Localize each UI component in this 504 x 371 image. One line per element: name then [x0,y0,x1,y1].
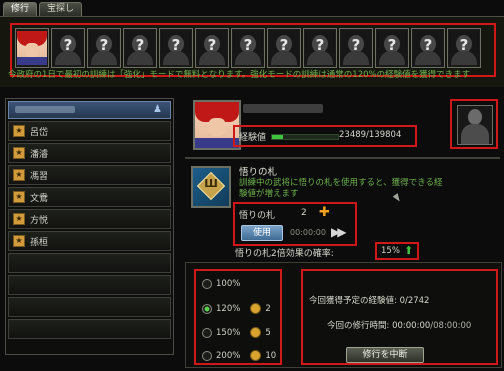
general-info: 経験値 23489/139804 [185,96,500,154]
portrait-slot-locked[interactable]: ? [159,28,193,68]
unknown-general-icon: ? [305,31,335,65]
selected-general-row[interactable]: ♟ [8,101,171,119]
portrait-slot-locked[interactable]: ? [411,28,445,68]
radio-icon[interactable] [202,327,212,338]
training-options-panel: 100% 120% 2 150% 5 200% 10 今回獲得予定の経験値: 0… [185,262,502,368]
equipment-slot[interactable] [450,99,498,149]
card-use-box: 悟りの札 2 ✚ 使用 00:00:00 ▶▶ [233,202,357,246]
star-badge-icon: ★ [13,213,25,225]
training-notice: 今政府の1日で最初の訓練は「強化」モードで無料となります。強化モードの訓練は通常… [8,70,471,80]
unknown-general-icon: ? [233,31,263,65]
card-timer: 00:00:00 [290,228,326,237]
exp-label: 経験値 [239,133,267,143]
mode-option-100[interactable]: 100% [202,279,240,289]
portrait-slot-locked[interactable]: ? [447,28,481,68]
portrait-slot-locked[interactable]: ? [87,28,121,68]
gold-coin-icon [250,350,262,361]
star-badge-icon: ★ [13,191,25,203]
star-badge-icon: ★ [13,147,25,159]
star-badge-icon: ★ [13,125,25,137]
card-title: 悟りの札 [239,167,278,178]
card-description: 訓練中の武将に悟りの札を使用すると、獲得できる経験値が増えます [239,178,443,199]
radio-selected-icon[interactable] [202,303,212,314]
unknown-general-icon: ? [341,31,371,65]
list-item-empty [8,275,171,295]
list-item-empty [8,319,171,339]
star-badge-icon: ★ [13,235,25,247]
unknown-general-icon: ? [377,31,407,65]
unknown-general-icon: ? [89,31,119,65]
portrait-slot-locked[interactable]: ? [267,28,301,68]
list-item[interactable]: ★ 文鴦 [8,187,171,207]
list-item[interactable]: ★ 潘濬 [8,143,171,163]
portrait-slot-locked[interactable]: ? [303,28,337,68]
radio-icon[interactable] [202,350,212,361]
general-list-panel: ♟ ★ 呂岱 ★ 潘濬 ★ 馮習 ★ 文鴦 ★ 方悦 ★ 孫桓 [5,98,174,355]
mode-option-120[interactable]: 120% 2 [202,303,271,314]
enlightenment-card-area: Ш 悟りの札 訓練中の武将に悟りの札を使用すると、獲得できる経験値が増えます 悟… [185,160,500,260]
card-use-label: 悟りの札 [239,211,276,221]
add-card-icon[interactable]: ✚ [319,206,330,219]
exp-bar [271,134,339,140]
fast-forward-icon[interactable]: ▶▶ [331,225,347,239]
tab-training[interactable]: 修行 [3,2,38,16]
mode-option-200[interactable]: 200% 10 [202,350,276,361]
exp-bar-fill [272,135,284,139]
blurred-name [15,106,75,113]
unknown-general-icon: ? [161,31,191,65]
portrait-slot-locked[interactable]: ? [195,28,229,68]
training-info-box: 今回獲得予定の経験値: 0/2742 今回の修行時間: 00:00:00/08:… [301,269,498,365]
list-item[interactable]: ★ 孫桓 [8,231,171,251]
enlightenment-card-icon: Ш [191,166,231,208]
unknown-general-icon: ? [449,31,479,65]
list-item-empty [8,297,171,317]
training-time-value: 00:00:00 [392,321,431,331]
list-item[interactable]: ★ 馮習 [8,165,171,185]
star-badge-icon: ★ [13,169,25,181]
gold-coin-icon [250,327,262,338]
double-rate-label: 悟りの札2倍効果の確率: [235,249,334,259]
use-card-button[interactable]: 使用 [241,225,283,241]
exp-value: 23489/139804 [339,130,402,140]
portrait-slot-locked[interactable]: ? [51,28,85,68]
radio-icon[interactable] [202,279,212,289]
expected-exp: 今回獲得予定の経験値: 0/2742 [309,296,430,306]
mode-option-150[interactable]: 150% 5 [202,327,271,338]
interrupt-training-button[interactable]: 修行を中断 [346,347,424,363]
unknown-general-icon: ? [125,31,155,65]
tab-bar: 修行 宝探し [3,2,83,16]
person-icon: ♟ [153,104,162,115]
portrait-slot-locked[interactable]: ? [375,28,409,68]
portrait-slot-unlocked[interactable] [15,28,49,68]
training-time-total: /08:00:00 [430,321,472,331]
list-item-empty [8,253,171,273]
tab-treasure-hunt[interactable]: 宝探し [39,2,83,16]
portrait-slot-locked[interactable]: ? [123,28,157,68]
portrait-slot-locked[interactable]: ? [231,28,265,68]
top-bar: ? ? ? ? ? ? ? ? ? ? ? ? 今政府の1日で最初の訓練は「強化… [0,16,504,87]
training-time: 今回の修行時間: 00:00:00/08:00:00 [327,319,471,331]
portrait-slot-locked[interactable]: ? [339,28,373,68]
divider [185,157,500,159]
general-avatar [17,31,47,65]
list-item[interactable]: ★ 呂岱 [8,121,171,141]
blurred-general-name [243,104,323,113]
up-arrow-icon: ⬆ [404,244,414,257]
double-rate-box: 15% ⬆ [375,242,419,260]
exp-box: 経験値 23489/139804 [233,125,417,147]
unknown-general-icon: ? [53,31,83,65]
list-item[interactable]: ★ 方悦 [8,209,171,229]
training-time-label: 今回の修行時間: [327,321,390,331]
unknown-general-icon: ? [197,31,227,65]
silhouette-icon [457,105,493,145]
gold-coin-icon [250,303,262,314]
double-rate-value: 15% [381,246,400,256]
training-mode-options: 100% 120% 2 150% 5 200% 10 [194,269,282,365]
unknown-general-icon: ? [413,31,443,65]
card-count: 2 [301,208,307,218]
unknown-general-icon: ? [269,31,299,65]
